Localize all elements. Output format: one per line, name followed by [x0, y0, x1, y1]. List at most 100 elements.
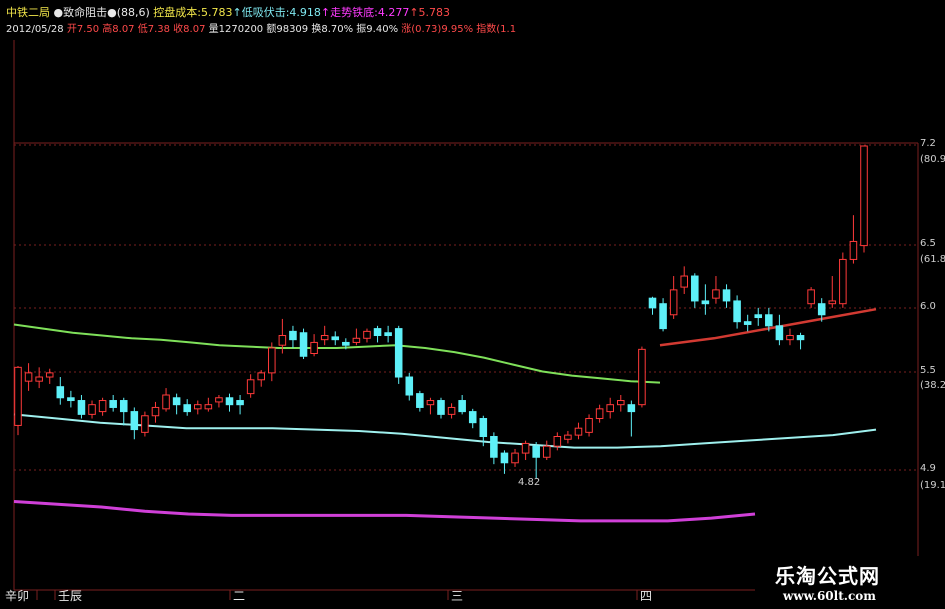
- candle-body: [342, 341, 350, 346]
- header-line2-segment: 指数(1.1: [473, 24, 517, 35]
- indicator-header-line2: 2012/05/28 开7.50 高8.07 低7.38 收8.07 量1270…: [6, 23, 516, 37]
- candle-body: [817, 303, 826, 316]
- candle-body: [521, 442, 530, 454]
- header-line1-segment: ↑低吸伏击:4.918: [232, 6, 321, 19]
- candle-body: [246, 379, 255, 395]
- candle-body: [416, 393, 424, 408]
- indicator-header-line1: 中铁二局 ●致命阻击●(88,6) 控盘成本:5.783↑低吸伏击:4.918↑…: [6, 6, 450, 20]
- candle-body: [193, 404, 202, 410]
- candle-body: [574, 427, 583, 436]
- candle-body: [564, 434, 572, 440]
- header-line2-segment: 量1270200: [205, 24, 264, 35]
- candle-body: [786, 335, 794, 341]
- candle-body: [754, 314, 763, 319]
- period-label: 辛卯: [5, 589, 29, 603]
- candle-body: [765, 314, 773, 327]
- header-line2-segment: 额98309: [263, 24, 309, 35]
- header-line1-segment: ↑5.783: [409, 6, 451, 19]
- period-label: 二: [233, 589, 245, 603]
- candle-body: [542, 445, 551, 458]
- candle-body: [712, 289, 720, 299]
- candle-body: [585, 418, 593, 433]
- candle-body: [98, 400, 107, 413]
- candle-body: [67, 397, 75, 402]
- candle-body: [257, 372, 266, 381]
- header-line2-segment: 振9.40%: [353, 24, 399, 35]
- candle-body: [775, 325, 784, 341]
- candle-body: [532, 445, 540, 458]
- candle-body: [289, 330, 297, 341]
- candle-body: [236, 400, 244, 406]
- price-label: 6.0: [920, 301, 936, 312]
- candle-body: [722, 289, 731, 302]
- candle-body: [278, 335, 287, 346]
- price-label: 6.5: [920, 238, 936, 249]
- candle-body: [595, 408, 604, 420]
- watermark: 乐淘公式网 www.60lt.com: [755, 556, 945, 609]
- candle-body: [225, 397, 234, 406]
- header-line2-segment: 低7.38: [134, 24, 170, 35]
- header-line2-segment: 换8.70%: [308, 24, 354, 35]
- candle-body: [860, 145, 868, 247]
- candle-body: [447, 406, 456, 415]
- candle-body: [796, 335, 805, 341]
- header-line2-segment: 涨(0.73)9.95%: [398, 24, 474, 35]
- header-line2-segment: 开7.50: [63, 24, 100, 35]
- candle-body: [172, 397, 181, 406]
- candle-body: [627, 404, 636, 413]
- candle-body: [553, 436, 562, 447]
- low-price-annotation: 4.82: [518, 477, 540, 488]
- candle-body: [56, 386, 65, 399]
- header-line2-segment: 2012/05/28: [6, 24, 64, 35]
- candle-body: [638, 348, 646, 406]
- header-line1-segment: 控盘成本:5.783: [149, 6, 233, 19]
- candle-body: [130, 411, 139, 431]
- candle-body: [119, 400, 128, 413]
- header-line1-segment: (88,6): [116, 6, 150, 19]
- price-label: 4.9: [920, 463, 936, 474]
- candle-body: [24, 372, 33, 382]
- price-label: 7.2: [920, 138, 936, 149]
- candle-body: [183, 404, 191, 413]
- watermark-title: 乐淘公式网: [775, 564, 880, 588]
- candle-body: [363, 330, 371, 339]
- period-label: 壬辰: [58, 589, 82, 603]
- candle-body: [468, 411, 477, 424]
- candle-body: [511, 452, 519, 464]
- candle-body: [490, 436, 498, 458]
- candle-body: [310, 341, 318, 354]
- candle-body: [45, 372, 54, 378]
- candle-body: [331, 336, 340, 341]
- candle-body: [151, 406, 160, 417]
- candle-body: [384, 332, 392, 337]
- header-line2-segment: 高8.07: [99, 24, 135, 35]
- candle-body: [606, 404, 614, 413]
- candle-body: [828, 300, 837, 305]
- price-label: (80.9: [920, 154, 945, 165]
- candle-body: [849, 240, 858, 260]
- candle-body: [648, 297, 657, 309]
- watermark-url: www.60lt.com: [783, 589, 876, 603]
- candle-body: [680, 275, 689, 288]
- period-label: 三: [451, 589, 463, 603]
- candle-body: [141, 415, 149, 433]
- candle-body: [839, 258, 847, 305]
- header-line2-segment: 收8.07: [170, 24, 206, 35]
- period-label: 四: [640, 589, 652, 603]
- candle-body: [659, 303, 667, 330]
- candle-body: [458, 400, 466, 413]
- indicator-header: 中铁二局 ●致命阻击●(88,6) 控盘成本:5.783↑低吸伏击:4.918↑…: [0, 0, 535, 40]
- candle-body: [616, 400, 625, 406]
- candle-body: [268, 347, 276, 374]
- header-line1-segment: 中铁二局: [6, 6, 50, 19]
- candle-body: [733, 300, 741, 323]
- candle-body: [14, 366, 22, 426]
- price-label: 5.5: [920, 365, 936, 376]
- candle-body: [394, 328, 403, 378]
- candle-body: [299, 332, 308, 357]
- candle-body: [405, 376, 414, 396]
- candle-body: [807, 289, 815, 305]
- candle-body: [77, 400, 86, 415]
- candle-body: [320, 335, 329, 341]
- candle-body: [109, 400, 117, 408]
